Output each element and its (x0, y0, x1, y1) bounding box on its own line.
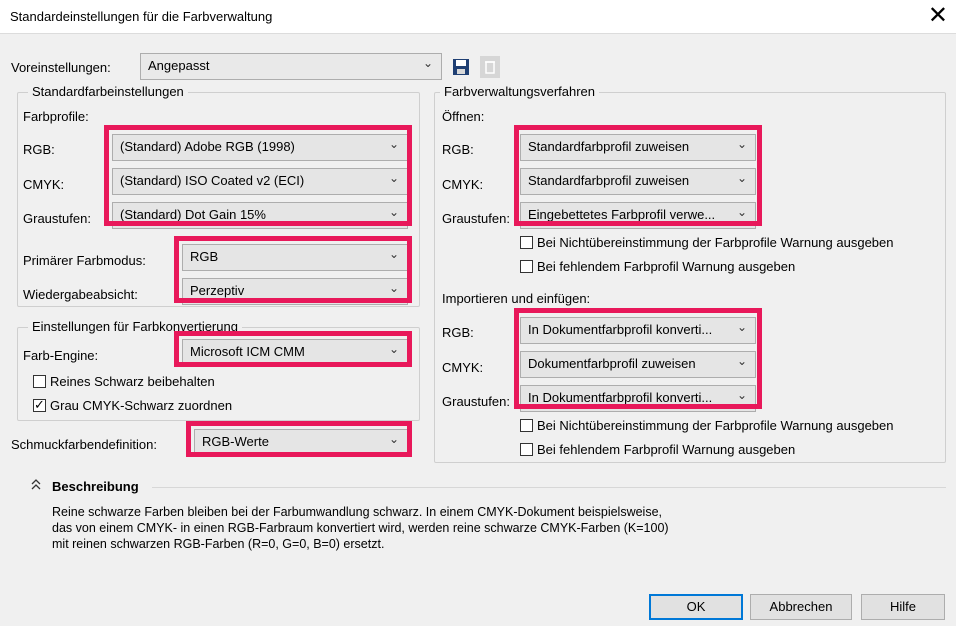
chevron-down-icon: ⌄ (388, 137, 399, 151)
rendering-intent-select[interactable]: Perzeptiv ⌄ (182, 278, 408, 305)
primary-mode-select[interactable]: RGB ⌄ (182, 244, 408, 271)
gray-profile-value: (Standard) Dot Gain 15% (120, 207, 266, 222)
chevron-down-icon: ⌄ (388, 281, 399, 295)
import-gray-label: Graustufen: (442, 394, 510, 409)
import-cmyk-value: Dokumentfarbprofil zuweisen (528, 356, 696, 371)
dialog-title: Standardeinstellungen für die Farbverwal… (10, 9, 273, 24)
import-missing-label: Bei fehlendem Farbprofil Warnung ausgebe… (537, 442, 796, 457)
open-rgb-label: RGB: (442, 142, 474, 157)
color-engine-value: Microsoft ICM CMM (190, 344, 305, 359)
spot-color-label: Schmuckfarbendefinition: (11, 437, 157, 452)
chevron-down-icon: ⌄ (422, 56, 433, 70)
conversion-legend: Einstellungen für Farbkonvertierung (28, 319, 242, 334)
help-button[interactable]: Hilfe (861, 594, 945, 620)
import-cmyk-select[interactable]: Dokumentfarbprofil zuweisen ⌄ (520, 351, 756, 378)
chevron-down-icon: ⌄ (388, 205, 399, 219)
close-icon[interactable]: ✕ (928, 2, 948, 28)
save-preset-button[interactable] (450, 55, 472, 79)
checkbox-box (520, 443, 533, 456)
import-paste-label: Importieren und einfügen: (442, 291, 591, 306)
open-gray-select[interactable]: Eingebettetes Farbprofil verwe... ⌄ (520, 202, 756, 229)
save-icon (453, 59, 469, 75)
rendering-intent-value: Perzeptiv (190, 283, 245, 298)
rgb-profile-label: RGB: (23, 142, 55, 157)
description-line: das von einem CMYK- in einen RGB-Farbrau… (52, 521, 669, 535)
chevron-down-icon: ⌄ (388, 247, 399, 261)
double-chevron-up-icon (31, 479, 41, 490)
color-engine-select[interactable]: Microsoft ICM CMM ⌄ (182, 339, 408, 366)
checkbox-box (520, 419, 533, 432)
open-mismatch-warning-checkbox[interactable]: Bei Nichtübereinstimmung der Farbprofile… (520, 235, 893, 250)
import-gray-select[interactable]: In Dokumentfarbprofil konverti... ⌄ (520, 385, 756, 412)
open-gray-value: Eingebettetes Farbprofil verwe... (528, 207, 716, 222)
open-cmyk-select[interactable]: Standardfarbprofil zuweisen ⌄ (520, 168, 756, 195)
standard-settings-legend: Standardfarbeinstellungen (28, 84, 188, 99)
description-text: Reine schwarze Farben bleiben bei der Fa… (52, 504, 669, 552)
import-mismatch-label: Bei Nichtübereinstimmung der Farbprofile… (537, 418, 894, 433)
ok-button[interactable]: OK (649, 594, 743, 620)
description-heading: Beschreibung (52, 479, 139, 494)
import-gray-value: In Dokumentfarbprofil konverti... (528, 390, 713, 405)
open-cmyk-value: Standardfarbprofil zuweisen (528, 173, 690, 188)
checkbox-box (33, 375, 46, 388)
gray-profile-select[interactable]: (Standard) Dot Gain 15% ⌄ (112, 202, 408, 229)
checkbox-box: ✓ (33, 397, 46, 412)
cmyk-profile-select[interactable]: (Standard) ISO Coated v2 (ECI) ⌄ (112, 168, 408, 195)
open-mismatch-label: Bei Nichtübereinstimmung der Farbprofile… (537, 235, 894, 250)
checkbox-box (520, 260, 533, 273)
delete-icon (480, 56, 500, 78)
import-rgb-value: In Dokumentfarbprofil konverti... (528, 322, 713, 337)
collapse-description-icon[interactable] (30, 477, 42, 495)
presets-select[interactable]: Angepasst ⌄ (140, 53, 442, 80)
map-gray-to-black-checkbox[interactable]: ✓ Grau CMYK-Schwarz zuordnen (33, 397, 233, 413)
policy-legend: Farbverwaltungsverfahren (440, 84, 600, 99)
description-divider (152, 487, 946, 488)
rgb-profile-value: (Standard) Adobe RGB (1998) (120, 139, 295, 154)
chevron-down-icon: ⌄ (736, 320, 747, 334)
checkmark-icon: ✓ (34, 397, 45, 412)
description-line: mit reinen schwarzen RGB-Farben (R=0, G=… (52, 537, 385, 551)
map-gray-to-black-label: Grau CMYK-Schwarz zuordnen (50, 398, 233, 413)
cancel-button[interactable]: Abbrechen (750, 594, 852, 620)
chevron-down-icon: ⌄ (736, 354, 747, 368)
gray-profile-label: Graustufen: (23, 211, 91, 226)
chevron-down-icon: ⌄ (736, 171, 747, 185)
open-missing-label: Bei fehlendem Farbprofil Warnung ausgebe… (537, 259, 796, 274)
open-rgb-value: Standardfarbprofil zuweisen (528, 139, 690, 154)
open-rgb-select[interactable]: Standardfarbprofil zuweisen ⌄ (520, 134, 756, 161)
preserve-pure-black-checkbox[interactable]: Reines Schwarz beibehalten (33, 374, 215, 389)
chevron-down-icon: ⌄ (736, 137, 747, 151)
chevron-down-icon: ⌄ (736, 205, 747, 219)
chevron-down-icon: ⌄ (388, 171, 399, 185)
import-cmyk-label: CMYK: (442, 360, 484, 375)
rendering-intent-label: Wiedergabeabsicht: (23, 287, 138, 302)
open-label: Öffnen: (442, 109, 485, 124)
color-profiles-label: Farbprofile: (23, 109, 89, 124)
color-engine-label: Farb-Engine: (23, 348, 99, 363)
cmyk-profile-value: (Standard) ISO Coated v2 (ECI) (120, 173, 305, 188)
import-mismatch-warning-checkbox[interactable]: Bei Nichtübereinstimmung der Farbprofile… (520, 418, 893, 433)
standard-settings-group (17, 92, 420, 307)
chevron-down-icon: ⌄ (388, 432, 399, 446)
import-rgb-label: RGB: (442, 325, 474, 340)
spot-color-value: RGB-Werte (202, 434, 269, 449)
primary-mode-value: RGB (190, 249, 219, 264)
import-missing-warning-checkbox[interactable]: Bei fehlendem Farbprofil Warnung ausgebe… (520, 442, 795, 457)
open-cmyk-label: CMYK: (442, 177, 484, 192)
preserve-pure-black-label: Reines Schwarz beibehalten (50, 374, 215, 389)
presets-label: Voreinstellungen: (11, 60, 111, 75)
primary-mode-label: Primärer Farbmodus: (23, 253, 146, 268)
spot-color-select[interactable]: RGB-Werte ⌄ (194, 429, 408, 456)
open-gray-label: Graustufen: (442, 211, 510, 226)
rgb-profile-select[interactable]: (Standard) Adobe RGB (1998) ⌄ (112, 134, 408, 161)
chevron-down-icon: ⌄ (388, 342, 399, 356)
cmyk-profile-label: CMYK: (23, 177, 65, 192)
import-rgb-select[interactable]: In Dokumentfarbprofil konverti... ⌄ (520, 317, 756, 344)
description-line: Reine schwarze Farben bleiben bei der Fa… (52, 505, 663, 519)
delete-preset-button[interactable] (479, 55, 501, 79)
presets-value: Angepasst (148, 58, 210, 73)
open-missing-warning-checkbox[interactable]: Bei fehlendem Farbprofil Warnung ausgebe… (520, 259, 795, 274)
checkbox-box (520, 236, 533, 249)
chevron-down-icon: ⌄ (736, 388, 747, 402)
